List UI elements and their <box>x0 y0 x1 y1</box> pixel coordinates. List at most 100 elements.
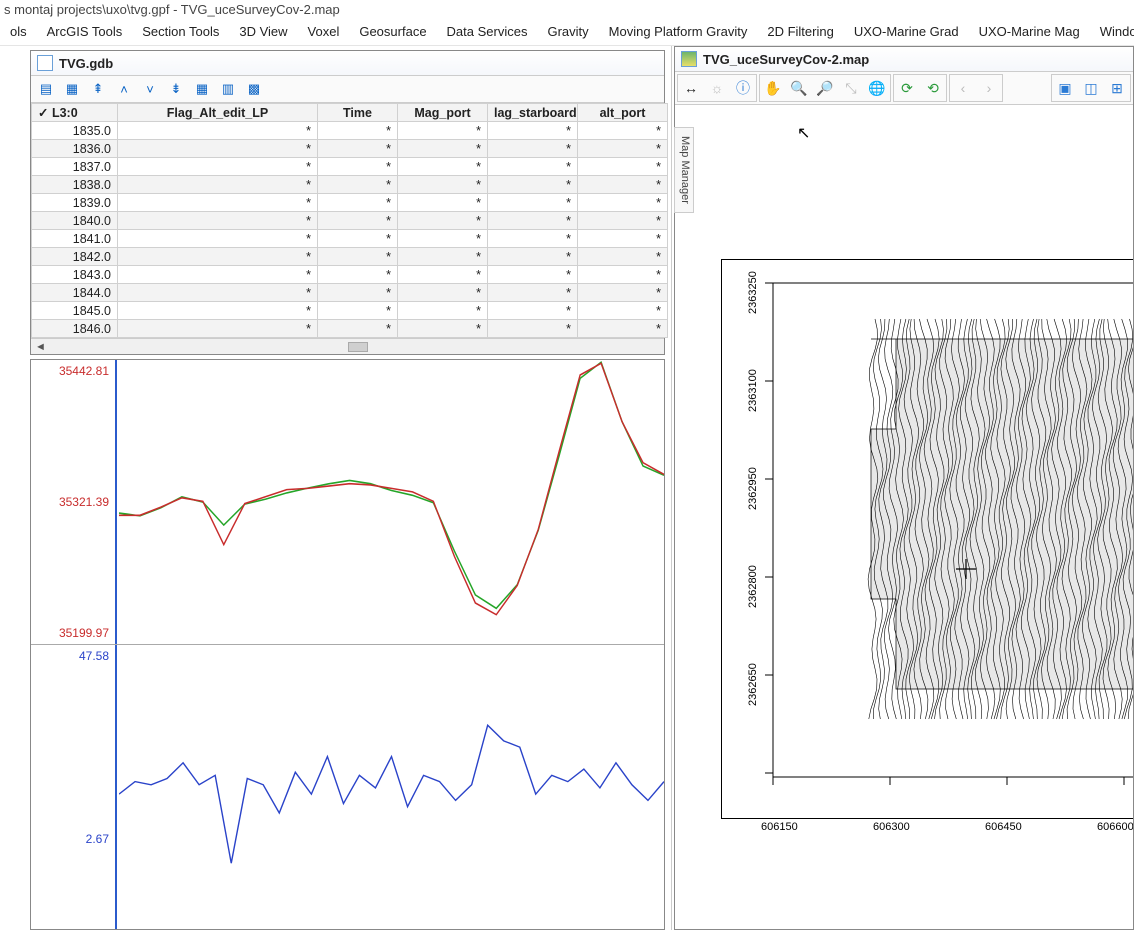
map-window-title[interactable]: TVG_uceSurveyCov-2.map <box>675 47 1133 72</box>
cell[interactable]: * <box>398 158 488 176</box>
menu-moving-platform-gravity[interactable]: Moving Platform Gravity <box>599 22 758 41</box>
map-nav-fwd[interactable]: › <box>977 76 1001 100</box>
menu-arcgis-tools[interactable]: ArcGIS Tools <box>37 22 133 41</box>
col-alt_port[interactable]: alt_port <box>578 104 668 122</box>
cell[interactable]: * <box>488 248 578 266</box>
map-nav-back[interactable]: ‹ <box>951 76 975 100</box>
cell[interactable]: * <box>578 302 668 320</box>
cell[interactable]: * <box>578 320 668 338</box>
db-window-title[interactable]: TVG.gdb <box>31 51 664 76</box>
map-layout-2[interactable]: ◫ <box>1079 76 1103 100</box>
scroll-left-icon[interactable]: ◄ <box>35 341 46 353</box>
map-tool-pan[interactable]: ✋ <box>761 76 785 100</box>
cell[interactable]: * <box>398 230 488 248</box>
db-hscroll[interactable]: ◄ <box>31 338 664 354</box>
cell[interactable]: * <box>118 248 318 266</box>
cell[interactable]: * <box>578 230 668 248</box>
map-tool-info[interactable]: ⓘ <box>731 76 755 100</box>
cell[interactable]: * <box>318 176 398 194</box>
cell[interactable]: * <box>488 230 578 248</box>
cell[interactable]: * <box>488 122 578 140</box>
cell[interactable]: * <box>318 284 398 302</box>
db-btn-grid2[interactable]: ▥ <box>217 78 239 100</box>
cell[interactable]: * <box>578 212 668 230</box>
map-tool-shrink[interactable]: ⤡ <box>839 76 863 100</box>
cell[interactable]: * <box>398 248 488 266</box>
cell[interactable]: * <box>578 248 668 266</box>
cell[interactable]: * <box>318 140 398 158</box>
db-btn-up[interactable]: ˄ <box>113 78 135 100</box>
table-row[interactable]: 1842.0***** <box>32 248 668 266</box>
db-btn-top[interactable]: ⇞ <box>87 78 109 100</box>
col-time[interactable]: Time <box>318 104 398 122</box>
profile-top[interactable]: 35442.81 35321.39 35199.97 <box>31 360 664 644</box>
cell[interactable]: * <box>398 266 488 284</box>
cell[interactable]: * <box>318 320 398 338</box>
cell[interactable]: * <box>578 122 668 140</box>
map-manager-tab[interactable]: Map Manager <box>674 127 694 213</box>
db-btn-add[interactable]: ▦ <box>61 78 83 100</box>
db-btn-grid1[interactable]: ▦ <box>191 78 213 100</box>
table-row[interactable]: 1845.0***** <box>32 302 668 320</box>
cell[interactable]: * <box>118 122 318 140</box>
cell[interactable]: * <box>318 158 398 176</box>
menu-gravity[interactable]: Gravity <box>537 22 598 41</box>
cell[interactable]: * <box>118 230 318 248</box>
map-canvas[interactable]: 23632502363100236295023628002362650 6061… <box>701 109 1133 929</box>
cell[interactable]: * <box>318 122 398 140</box>
cell[interactable]: * <box>488 284 578 302</box>
menu-3d-view[interactable]: 3D View <box>229 22 297 41</box>
db-btn-down[interactable]: ˅ <box>139 78 161 100</box>
db-btn-list[interactable]: ▤ <box>35 78 57 100</box>
cell[interactable]: * <box>488 158 578 176</box>
menu-2d-filtering[interactable]: 2D Filtering <box>757 22 843 41</box>
cell[interactable]: * <box>398 284 488 302</box>
cell[interactable]: * <box>488 212 578 230</box>
map-layout-1[interactable]: ▣ <box>1053 76 1077 100</box>
cell[interactable]: * <box>488 302 578 320</box>
cell[interactable]: * <box>118 140 318 158</box>
cell[interactable]: * <box>318 248 398 266</box>
table-row[interactable]: 1837.0***** <box>32 158 668 176</box>
cell[interactable]: * <box>118 158 318 176</box>
cell[interactable]: * <box>318 230 398 248</box>
menu-voxel[interactable]: Voxel <box>298 22 350 41</box>
menu-uxo-marine-grad[interactable]: UXO-Marine Grad <box>844 22 969 41</box>
cell[interactable]: * <box>118 212 318 230</box>
cell[interactable]: * <box>398 302 488 320</box>
menu-ols[interactable]: ols <box>0 22 37 41</box>
table-row[interactable]: 1835.0***** <box>32 122 668 140</box>
table-row[interactable]: 1836.0***** <box>32 140 668 158</box>
cell[interactable]: * <box>398 122 488 140</box>
map-tool-zoombox[interactable]: 🔍 <box>787 76 811 100</box>
line-header[interactable]: ✓ L3:0 <box>32 104 118 122</box>
cell[interactable]: * <box>578 140 668 158</box>
cell[interactable]: * <box>488 140 578 158</box>
table-row[interactable]: 1841.0***** <box>32 230 668 248</box>
col-mag_port[interactable]: Mag_port <box>398 104 488 122</box>
cell[interactable]: * <box>398 212 488 230</box>
col-flag_alt_edit_lp[interactable]: Flag_Alt_edit_LP <box>118 104 318 122</box>
cell[interactable]: * <box>488 266 578 284</box>
cell[interactable]: * <box>398 320 488 338</box>
map-tool-zoom[interactable]: 🔎 <box>813 76 837 100</box>
cell[interactable]: * <box>578 176 668 194</box>
cell[interactable]: * <box>318 302 398 320</box>
scroll-thumb[interactable] <box>348 342 368 352</box>
cell[interactable]: * <box>488 194 578 212</box>
map-tool-select[interactable]: ↔ <box>679 76 703 100</box>
table-row[interactable]: 1844.0***** <box>32 284 668 302</box>
map-layout-3[interactable]: ⊞ <box>1105 76 1129 100</box>
db-table[interactable]: ✓ L3:0Flag_Alt_edit_LPTimeMag_portlag_st… <box>31 103 664 338</box>
map-tool-sun[interactable]: ☼ <box>705 76 729 100</box>
menu-data-services[interactable]: Data Services <box>437 22 538 41</box>
cell[interactable]: * <box>398 140 488 158</box>
menu-section-tools[interactable]: Section Tools <box>132 22 229 41</box>
cell[interactable]: * <box>578 266 668 284</box>
map-tool-globe[interactable]: 🌐 <box>865 76 889 100</box>
cell[interactable]: * <box>318 212 398 230</box>
cell[interactable]: * <box>118 284 318 302</box>
table-row[interactable]: 1840.0***** <box>32 212 668 230</box>
cell[interactable]: * <box>578 194 668 212</box>
map-body[interactable]: Map Manager ↖ 23632502363100236295023628… <box>675 105 1133 929</box>
